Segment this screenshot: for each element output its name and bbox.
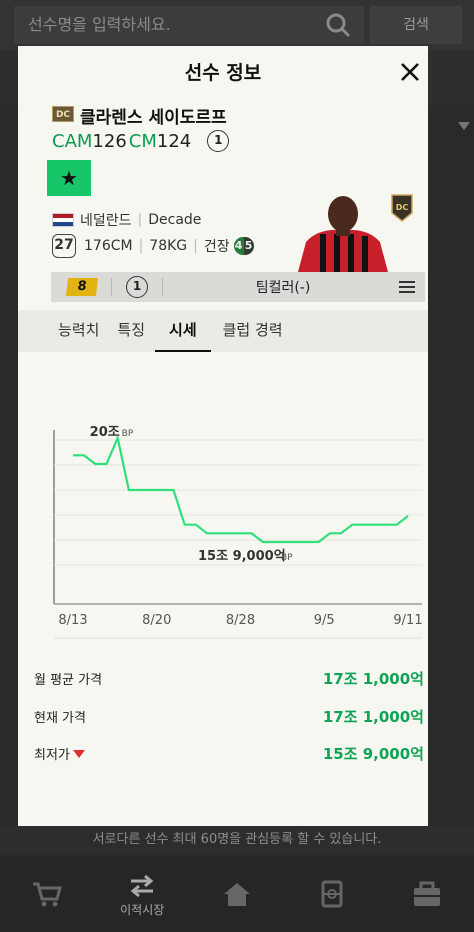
nav-home[interactable] [190, 856, 285, 932]
modal-title: 선수 정보 [184, 62, 262, 84]
nav-transfer-label: 이적시장 [120, 902, 165, 917]
netherlands-flag-icon [52, 213, 74, 227]
low-annotation: 15조 9,000억 [198, 549, 286, 564]
x-tick-label: 8/13 [58, 613, 87, 628]
position-ratings: CAM 126 CM 124 1 [52, 130, 230, 152]
price-row-monthly-avg: 월 평균 가격 17조 1,000억 [34, 668, 424, 689]
close-icon[interactable] [398, 60, 422, 84]
ovr-primary: 126 [92, 130, 127, 152]
price-label: 현재 가격 [34, 711, 86, 726]
weight: 78KG [149, 238, 188, 254]
x-tick-label: 9/5 [314, 613, 335, 628]
down-arrow-icon [72, 749, 85, 758]
tab-price[interactable]: 시세 [155, 310, 211, 352]
x-tick-labels: 8/13 8/20 8/28 9/5 9/11 [58, 613, 422, 628]
season-name: Decade [148, 212, 202, 228]
menu-icon[interactable] [399, 280, 415, 294]
level-badge: 1 [126, 276, 148, 298]
transfer-icon [130, 874, 154, 897]
height: 176CM [84, 238, 133, 254]
player-portrait [298, 196, 388, 272]
tab-traits[interactable]: 특징 [107, 310, 155, 352]
low-annotation-unit: BP [281, 553, 293, 563]
svg-text:DC: DC [396, 203, 409, 212]
search-input[interactable]: 선수명을 입력하세요. [14, 6, 364, 44]
high-annotation: 20조 [90, 425, 120, 440]
team-color: 팀컬러(-) [255, 280, 311, 296]
home-icon [223, 883, 250, 906]
physical-stats: 27 176CM | 78KG | 건장 4 5 [52, 234, 254, 258]
x-tick-label: 8/28 [226, 613, 255, 628]
x-tick-label: 8/20 [142, 613, 171, 628]
foot-left: 4 [233, 237, 244, 255]
season-badge: DC [52, 106, 74, 122]
nav-bag[interactable] [379, 856, 474, 932]
age-badge: 27 [52, 234, 76, 258]
tab-bar: 능력치 특징 시세 클럽 경력 [18, 310, 428, 352]
price-value: 17조 1,000억 [322, 708, 424, 726]
nation-line: 네덜란드 | Decade [52, 210, 201, 230]
search-icon[interactable] [322, 10, 356, 40]
bottom-nav: 이적시장 [0, 856, 474, 932]
price-label: 월 평균 가격 [34, 673, 103, 688]
tab-club-career[interactable]: 클럽 경력 [211, 310, 295, 352]
nav-squad[interactable] [284, 856, 379, 932]
nav-transfer[interactable]: 이적시장 [95, 856, 190, 932]
tab-stats[interactable]: 능력치 [50, 310, 107, 352]
position-secondary: CM [128, 130, 157, 152]
foot-ratings: 4 5 [233, 237, 254, 255]
watchlist-notice: 서로다른 선수 최대 60명을 관심등록 할 수 있습니다. [0, 826, 474, 854]
x-tick-label: 9/11 [393, 613, 422, 628]
health-label: 건장 [203, 239, 230, 255]
cart-icon [33, 882, 63, 907]
background-search-bar: 선수명을 입력하세요. 검색 [0, 0, 474, 50]
price-row-current: 현재 가격 17조 1,000억 [34, 706, 424, 727]
upgrade-level: 1 [207, 130, 230, 152]
price-value: 15조 9,000억 [322, 745, 424, 763]
high-annotation-unit: BP [122, 429, 134, 439]
price-chart: 8/13 8/20 8/28 9/5 9/11 20조 BP 15조 9,000억 BP [53, 425, 423, 639]
search-button[interactable]: 검색 [370, 6, 462, 44]
foot-right: 5 [243, 237, 254, 255]
price-row-lowest: 최저가 15조 9,000억 [34, 743, 424, 764]
position-primary: CAM [52, 130, 93, 152]
decade-season-icon: DC [391, 194, 413, 222]
squad-icon [321, 880, 343, 908]
nav-cart[interactable] [0, 856, 95, 932]
info-bar: 8 1 팀컬러(-) [51, 272, 425, 302]
player-name: 클라렌스 세이도르프 [80, 108, 227, 128]
favorite-star-button[interactable]: ★ [47, 160, 91, 196]
chevron-down-icon[interactable] [458, 122, 470, 132]
price-label-text: 최저가 [34, 748, 70, 763]
bag-icon [413, 881, 440, 906]
nation-name: 네덜란드 [80, 213, 132, 229]
enhance-grade-badge: 8 [66, 278, 98, 296]
price-value: 17조 1,000억 [322, 670, 424, 688]
ovr-secondary: 124 [156, 130, 192, 152]
price-label: 최저가 [34, 744, 85, 763]
